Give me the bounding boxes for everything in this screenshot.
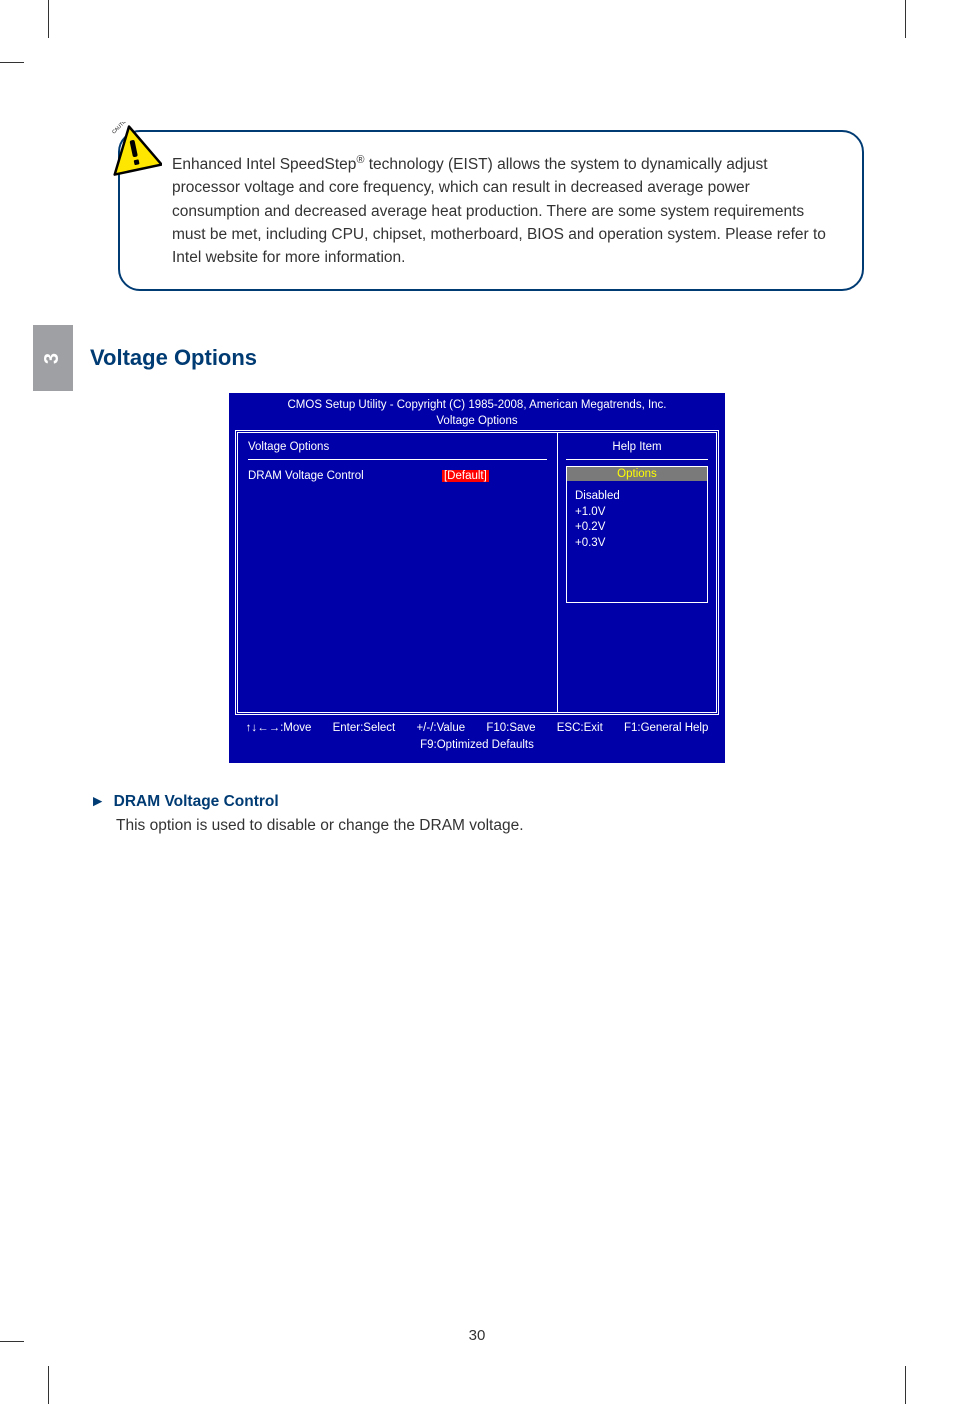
- item-heading-text: DRAM Voltage Control: [114, 793, 279, 810]
- bios-footer: ↑↓←→:Move Enter:Select +/-/:Value F10:Sa…: [231, 715, 723, 760]
- item-heading: ► DRAM Voltage Control: [90, 793, 864, 811]
- bios-setting-label: DRAM Voltage Control: [248, 470, 442, 482]
- crop-mark: [0, 1341, 24, 1342]
- bios-screenshot: CMOS Setup Utility - Copyright (C) 1985-…: [229, 393, 725, 762]
- bios-help-header: Help Item: [566, 441, 708, 460]
- bios-footer-select: Enter:Select: [333, 720, 396, 737]
- bios-footer-defaults: F9:Optimized Defaults: [235, 737, 719, 754]
- bios-body: Voltage Options DRAM Voltage Control [De…: [235, 430, 719, 715]
- crop-mark: [905, 0, 906, 38]
- bios-footer-value: +/-/:Value: [416, 720, 465, 737]
- chapter-number: 3: [42, 352, 65, 363]
- bios-left-header: Voltage Options: [248, 441, 547, 460]
- bios-options-list: Disabled +1.0V +0.2V +0.3V: [567, 481, 707, 601]
- bios-option: +0.3V: [575, 536, 699, 552]
- chapter-tab: 3: [33, 325, 73, 391]
- bios-right-pane: Help Item Options Disabled +1.0V +0.2V +…: [558, 433, 716, 712]
- crop-mark: [905, 1366, 906, 1404]
- bios-left-pane: Voltage Options DRAM Voltage Control [De…: [238, 433, 558, 712]
- bios-title: CMOS Setup Utility - Copyright (C) 1985-…: [231, 395, 723, 430]
- bios-title-line1: CMOS Setup Utility - Copyright (C) 1985-…: [231, 398, 723, 414]
- bios-footer-move: ↑↓←→:Move: [246, 720, 312, 737]
- bios-title-line2: Voltage Options: [231, 414, 723, 430]
- bios-option: Disabled: [575, 489, 699, 505]
- page-number: 30: [90, 1327, 864, 1344]
- arrow-icon: ►: [90, 793, 105, 810]
- crop-mark: [0, 62, 24, 63]
- item-description: This option is used to disable or change…: [116, 817, 864, 835]
- bios-footer-save: F10:Save: [486, 720, 535, 737]
- bios-footer-exit: ESC:Exit: [557, 720, 603, 737]
- bios-setting-value: [Default]: [442, 470, 489, 482]
- bios-options-box: Options Disabled +1.0V +0.2V +0.3V: [566, 466, 708, 602]
- crop-mark: [48, 1366, 49, 1404]
- section-heading: Voltage Options: [90, 345, 864, 371]
- bios-setting-row: DRAM Voltage Control [Default]: [248, 470, 547, 482]
- caution-icon: CAUTION: [106, 122, 162, 178]
- bios-options-title: Options: [567, 467, 707, 481]
- bios-option: +0.2V: [575, 520, 699, 536]
- caution-text-pre: Enhanced Intel SpeedStep: [172, 156, 356, 173]
- crop-mark: [48, 0, 49, 38]
- caution-callout: CAUTION Enhanced Intel SpeedStep® techno…: [118, 130, 864, 291]
- bios-footer-help: F1:General Help: [624, 720, 708, 737]
- bios-option: +1.0V: [575, 505, 699, 521]
